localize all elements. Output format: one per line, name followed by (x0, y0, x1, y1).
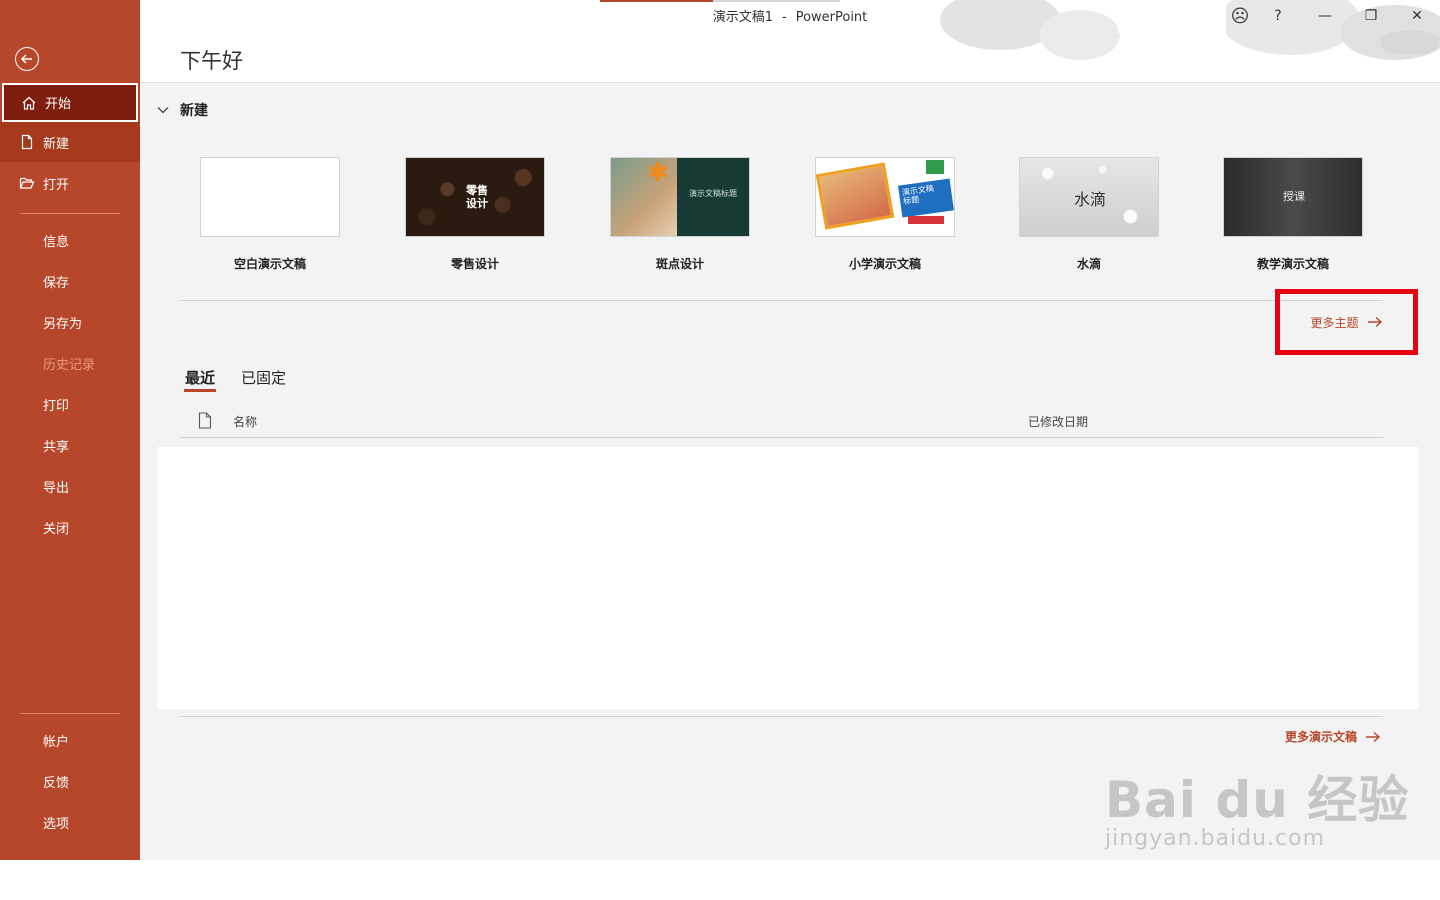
nav-item-history: 历史记录 (0, 343, 140, 383)
nav-item-info[interactable]: 信息 (0, 220, 140, 260)
template-thumbnail: 水滴 (1019, 157, 1159, 237)
nav-item-home[interactable]: 开始 (2, 83, 138, 122)
nav-item-export[interactable]: 导出 (0, 466, 140, 506)
nav-item-label: 共享 (43, 439, 70, 455)
more-themes-link[interactable]: 更多主题 (1275, 289, 1418, 355)
new-section-toggle[interactable]: 新建 (157, 100, 208, 120)
template-primary-school[interactable]: 演示文稿 标题 小学演示文稿 (815, 157, 957, 271)
template-name: 空白演示文稿 (233, 257, 306, 271)
nav-item-label: 打开 (43, 177, 70, 193)
nav-item-label: 导出 (43, 480, 70, 496)
tab-pinned[interactable]: 已固定 (241, 367, 286, 388)
column-modified-date[interactable]: 已修改日期 (1028, 413, 1088, 430)
asterisk-shape-icon: ✱ (647, 158, 669, 188)
feedback-face-icon[interactable]: ☹ (1225, 3, 1255, 29)
template-dots[interactable]: ✱ 演示文稿标题 斑点设计 (610, 157, 752, 271)
column-name[interactable]: 名称 (233, 413, 257, 430)
template-thumbnail: ✱ 演示文稿标题 (610, 157, 750, 237)
nav-item-label: 打印 (43, 398, 70, 414)
watermark-logo: Bai du 经验 (1105, 771, 1410, 829)
sidebar-divider (20, 213, 120, 214)
watermark: Bai du 经验 jingyan.baidu.com (1105, 760, 1409, 851)
thumbnail-title: 演示文稿 标题 (898, 178, 954, 218)
sidebar-divider (20, 713, 120, 714)
restore-button[interactable]: ❐ (1356, 3, 1386, 29)
backstage-header: 演示文稿1- PowerPoint 下午好 ☹ ? — ❐ ✕ (140, 0, 1440, 83)
thumbnail-photo (816, 162, 895, 230)
nav-item-new[interactable]: 新建 (0, 122, 140, 162)
thumbnail-title: 零售 设计 (466, 184, 488, 210)
nav-item-label: 开始 (45, 97, 72, 112)
help-button[interactable]: ? (1263, 3, 1293, 29)
backstage-sidebar: 开始 新建 打开 信息 保存 另存为 历史记录 打印 共享 导出 关闭 帐户 反… (0, 0, 140, 860)
nav-item-close[interactable]: 关闭 (0, 507, 140, 547)
powerpoint-backstage: 开始 新建 打开 信息 保存 另存为 历史记录 打印 共享 导出 关闭 帐户 反… (0, 0, 1440, 860)
app-name: PowerPoint (795, 10, 868, 25)
tab-recent[interactable]: 最近 (185, 367, 215, 388)
back-button[interactable] (15, 47, 39, 71)
document-name: 演示文稿1 (712, 10, 773, 25)
nav-item-label: 历史记录 (43, 357, 96, 373)
nav-item-label: 反馈 (43, 775, 70, 791)
template-blank[interactable]: 空白演示文稿 (200, 157, 342, 271)
arrow-right-icon (1366, 731, 1381, 742)
greeting-heading: 下午好 (180, 49, 243, 73)
title-separator: - (781, 10, 787, 25)
header-art (1380, 30, 1440, 55)
nav-item-label: 关闭 (43, 521, 70, 537)
home-icon (22, 96, 36, 110)
recent-list (157, 447, 1419, 709)
progress-fill (600, 0, 713, 2)
nav-item-open[interactable]: 打开 (0, 163, 140, 203)
template-retail[interactable]: 零售 设计 零售设计 (405, 157, 547, 271)
minimize-button[interactable]: — (1310, 3, 1340, 29)
template-name: 零售设计 (450, 257, 499, 271)
nav-item-save-as[interactable]: 另存为 (0, 302, 140, 342)
close-button[interactable]: ✕ (1402, 3, 1432, 29)
nav-item-label: 另存为 (43, 316, 83, 332)
new-section-heading: 新建 (180, 103, 208, 119)
nav-item-label: 信息 (43, 234, 70, 250)
template-thumbnail: 演示文稿 标题 (815, 157, 955, 237)
template-name: 教学演示文稿 (1256, 257, 1329, 271)
back-arrow-icon (20, 54, 32, 64)
template-thumbnail (200, 157, 340, 237)
nav-item-label: 新建 (43, 136, 70, 152)
thumbnail-tag (926, 160, 944, 174)
template-water-drop[interactable]: 水滴 水滴 (1019, 157, 1161, 271)
more-presentations-label: 更多演示文稿 (1285, 730, 1358, 744)
nav-item-options[interactable]: 选项 (0, 802, 140, 842)
active-tab-indicator (184, 389, 216, 392)
nav-item-share[interactable]: 共享 (0, 425, 140, 465)
thumbnail-title: 授课 (1283, 190, 1305, 203)
chevron-down-icon (157, 107, 169, 114)
thumbnail-tag (908, 216, 944, 224)
template-name: 水滴 (1076, 257, 1101, 271)
nav-item-label: 选项 (43, 816, 70, 832)
recent-list-header: 名称 已修改日期 (180, 405, 1383, 438)
folder-open-icon (19, 177, 35, 189)
document-icon (198, 412, 212, 429)
template-teaching[interactable]: 授课 教学演示文稿 (1223, 157, 1365, 271)
arrow-right-icon (1367, 316, 1382, 328)
new-file-icon (21, 134, 33, 150)
nav-item-save[interactable]: 保存 (0, 261, 140, 301)
more-themes-label: 更多主题 (1310, 315, 1359, 330)
nav-item-account[interactable]: 帐户 (0, 720, 140, 760)
section-divider (180, 716, 1383, 717)
loading-progress-bar (600, 0, 840, 2)
thumbnail-title: 水滴 (1073, 190, 1106, 209)
nav-item-feedback[interactable]: 反馈 (0, 761, 140, 801)
nav-item-label: 帐户 (43, 734, 70, 750)
template-name: 小学演示文稿 (848, 257, 921, 271)
nav-item-label: 保存 (43, 275, 70, 291)
section-divider (180, 300, 1383, 301)
template-thumbnail: 零售 设计 (405, 157, 545, 237)
nav-item-print[interactable]: 打印 (0, 384, 140, 424)
template-thumbnail: 授课 (1223, 157, 1363, 237)
template-name: 斑点设计 (655, 257, 704, 271)
more-presentations-link[interactable]: 更多演示文稿 (1285, 728, 1381, 745)
account-area[interactable] (1118, 0, 1226, 33)
thumbnail-title: 演示文稿标题 (689, 189, 737, 198)
